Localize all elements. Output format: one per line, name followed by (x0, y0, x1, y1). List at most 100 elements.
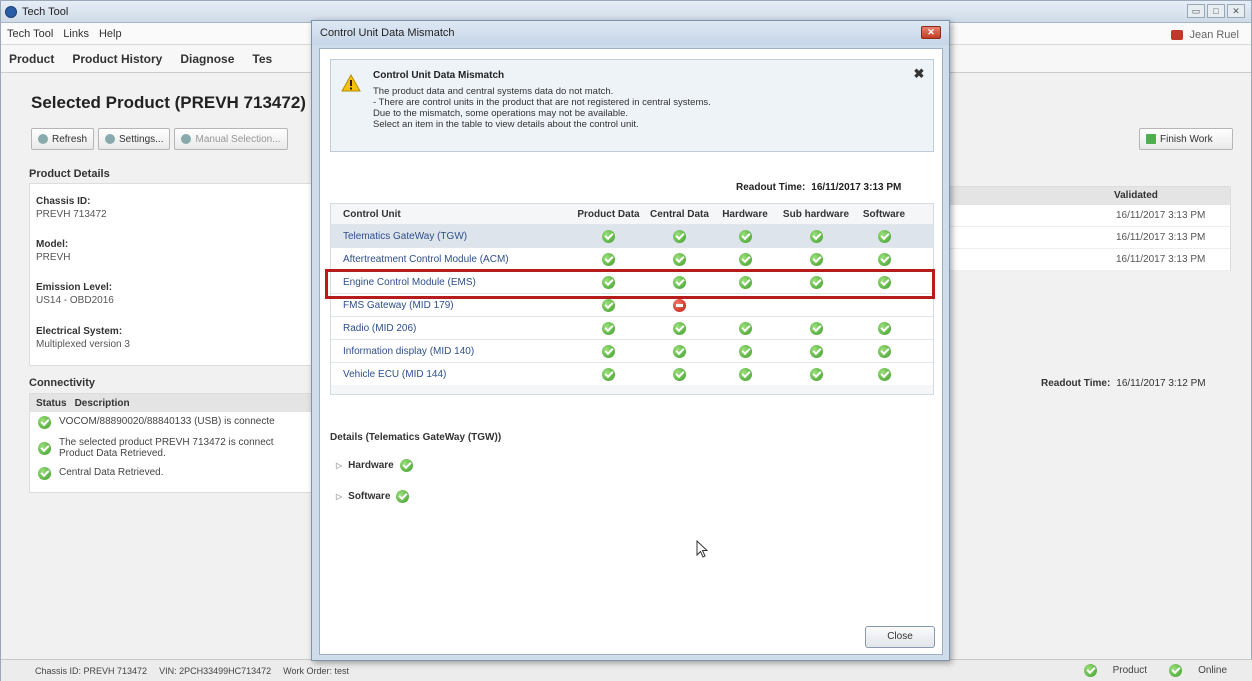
cell-software (854, 252, 914, 266)
check-icon (38, 467, 51, 480)
check-icon (38, 416, 51, 429)
field-emission-level: Emission Level: US14 - OBD2016 (36, 282, 114, 306)
status-online[interactable]: Online (1169, 664, 1239, 677)
field-value: US14 - OBD2016 (36, 295, 114, 306)
control-unit-table: Control Unit Product Data Central Data H… (330, 203, 934, 395)
user-indicator[interactable]: Jean Ruel (1171, 29, 1239, 41)
cell-software (854, 344, 914, 358)
check-icon (1169, 664, 1183, 677)
minimize-icon[interactable]: ▭ (1187, 4, 1205, 18)
table-row[interactable]: Information display (MID 140) (331, 339, 933, 362)
search-icon (181, 134, 192, 144)
field-model: Model: PREVH (36, 239, 70, 263)
warning-text: The product data and central systems dat… (373, 86, 711, 130)
control-unit-name: Vehicle ECU (MID 144) (343, 368, 447, 380)
tab-test[interactable]: Tes (252, 52, 272, 66)
status-vin: VIN: 2PCH33499HC713472 (159, 666, 272, 676)
col-control-unit[interactable]: Control Unit (331, 209, 570, 220)
col-hardware[interactable]: Hardware (712, 209, 778, 220)
check-icon (673, 367, 686, 381)
dialog-close-icon[interactable]: ✕ (921, 26, 941, 39)
readout-value: 16/11/2017 3:13 PM (811, 182, 902, 193)
cell-sub-hardware (778, 321, 854, 335)
table-row[interactable]: Aftertreatment Control Module (ACM) (331, 247, 933, 270)
check-icon (602, 229, 615, 243)
close-button[interactable]: Close (865, 626, 935, 648)
validated-row: 16/11/2017 3:13 PM (950, 227, 1230, 249)
table-row[interactable]: Vehicle ECU (MID 144) (331, 362, 933, 385)
control-unit-name: Information display (MID 140) (343, 345, 475, 357)
col-software[interactable]: Software (854, 209, 914, 220)
refresh-button[interactable]: Refresh (31, 128, 95, 150)
tab-diagnose[interactable]: Diagnose (180, 52, 234, 66)
field-chassis-id: Chassis ID: PREVH 713472 (36, 196, 107, 220)
manual-selection-button[interactable]: Manual Selection... (174, 128, 288, 150)
cell-central-data (647, 298, 712, 312)
warning-line: Select an item in the table to view deta… (373, 119, 639, 130)
check-icon (673, 229, 686, 243)
check-icon (738, 252, 752, 266)
table-row[interactable]: Telematics GateWay (TGW) (331, 224, 933, 247)
details-hardware[interactable]: ▷ Hardware (336, 459, 413, 472)
readout-value: 16/11/2017 3:12 PM (1116, 378, 1206, 389)
settings-button[interactable]: Settings... (98, 128, 171, 150)
settings-label: Settings... (119, 133, 164, 145)
cell-hardware (712, 344, 778, 358)
cell-hardware (712, 321, 778, 335)
check-icon (738, 367, 752, 381)
expand-arrow-icon[interactable]: ▷ (336, 461, 342, 470)
check-icon (809, 229, 823, 243)
control-unit-name: Aftertreatment Control Module (ACM) (343, 253, 509, 265)
field-label: Chassis ID: (36, 196, 91, 207)
toolbar: Refresh Settings... Manual Selection... (31, 128, 288, 150)
cell-central-data (647, 229, 712, 243)
status-product[interactable]: Product (1083, 664, 1159, 677)
col-sub-hardware[interactable]: Sub hardware (778, 209, 854, 220)
connectivity-header: Connectivity (29, 377, 96, 389)
validated-header: Validated (950, 187, 1230, 205)
warning-box: Control Unit Data Mismatch The product d… (330, 59, 934, 152)
warning-title: Control Unit Data Mismatch (373, 70, 505, 81)
dialog-title: Control Unit Data Mismatch (312, 21, 949, 45)
main-readout-time: Readout Time: 16/11/2017 3:12 PM (1041, 378, 1206, 389)
cell-product-data (570, 229, 647, 243)
col-product-data[interactable]: Product Data (570, 209, 647, 220)
validation-panel: Validated 16/11/2017 3:13 PM 16/11/2017 … (949, 186, 1231, 271)
connectivity-text: Product Data Retrieved. (59, 448, 166, 459)
status-product-label: Product (1112, 665, 1148, 676)
menu-links[interactable]: Links (63, 28, 89, 40)
list-item: Central Data Retrieved. (30, 463, 313, 484)
finish-work-label: Finish Work (1160, 133, 1213, 145)
details-title: Details (Telematics GateWay (TGW)) (330, 432, 502, 443)
tab-product[interactable]: Product (9, 52, 54, 66)
check-icon (602, 298, 615, 312)
product-details-header: Product Details (29, 168, 110, 180)
close-icon[interactable]: ✕ (1227, 4, 1245, 18)
cell-software (854, 367, 914, 381)
cell-hardware (712, 252, 778, 266)
field-electrical-system: Electrical System: Multiplexed version 3 (36, 326, 130, 350)
connectivity-table-header: Status Description (30, 394, 313, 412)
status-indicators: Product Online (1083, 664, 1239, 677)
cell-sub-hardware (778, 252, 854, 266)
menu-tech-tool[interactable]: Tech Tool (7, 28, 53, 40)
col-central-data[interactable]: Central Data (647, 209, 712, 220)
tab-product-history[interactable]: Product History (72, 52, 162, 66)
finish-work-button[interactable]: Finish Work (1139, 128, 1233, 150)
dismiss-warning-icon[interactable]: ✖ (913, 67, 925, 80)
cell-product-data (570, 321, 647, 335)
mouse-cursor-icon (696, 540, 708, 558)
check-icon (602, 367, 615, 381)
control-unit-name: Telematics GateWay (TGW) (343, 230, 468, 242)
maximize-icon[interactable]: □ (1207, 4, 1225, 18)
connectivity-text: Central Data Retrieved. (59, 467, 164, 478)
check-icon (1083, 664, 1097, 677)
details-software[interactable]: ▷ Software (336, 490, 410, 503)
field-value: PREVH 713472 (36, 209, 107, 220)
cell-central-data (647, 252, 712, 266)
app-icon (5, 5, 17, 18)
table-row[interactable]: Radio (MID 206) (331, 316, 933, 339)
expand-arrow-icon[interactable]: ▷ (336, 492, 342, 501)
cell-sub-hardware (778, 229, 854, 243)
menu-help[interactable]: Help (99, 28, 122, 40)
